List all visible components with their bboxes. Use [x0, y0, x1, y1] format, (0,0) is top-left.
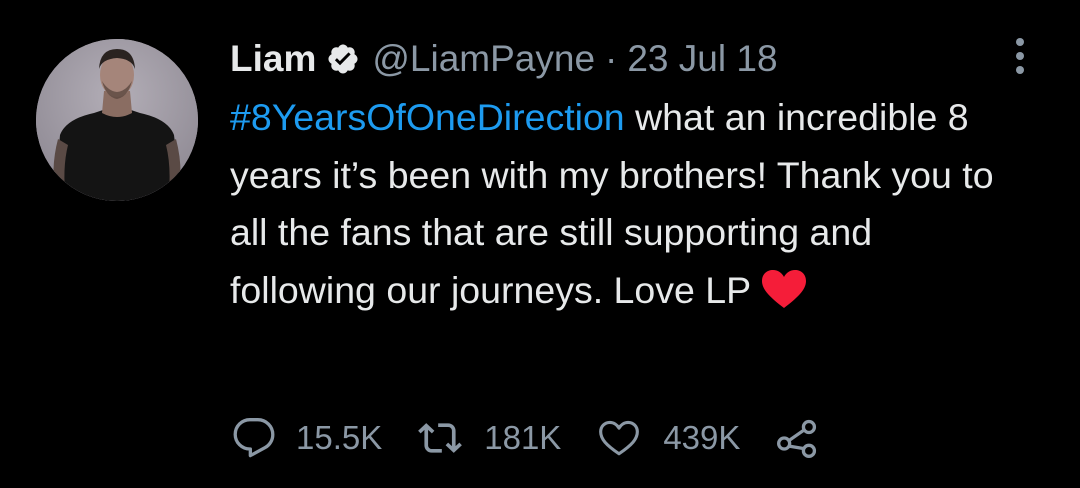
retweet-icon	[416, 416, 464, 460]
more-vertical-icon[interactable]	[1008, 36, 1032, 76]
verified-badge-icon	[326, 42, 360, 76]
author-name[interactable]: Liam	[230, 38, 316, 80]
share-icon	[774, 416, 820, 460]
reply-count: 15.5K	[296, 419, 383, 456]
reply-icon	[232, 416, 276, 460]
tweet-header: Liam @LiamPayne · 23 Jul 18	[230, 34, 778, 84]
avatar[interactable]	[36, 39, 198, 201]
hashtag-link[interactable]: #8YearsOfOneDirection	[230, 96, 625, 138]
red-heart-emoji	[761, 268, 807, 308]
like-count: 439K	[663, 419, 741, 456]
tweet-actions: 15.5K 181K 439K	[232, 410, 854, 466]
retweet-count: 181K	[484, 419, 562, 456]
like-icon	[595, 416, 643, 460]
tweet-date[interactable]: 23 Jul 18	[627, 38, 777, 80]
tweet-text: #8YearsOfOneDirection what an incredible…	[230, 89, 1020, 319]
author-handle[interactable]: @LiamPayne	[372, 38, 595, 80]
tweet[interactable]: Liam @LiamPayne · 23 Jul 18 #8YearsOfOne…	[0, 0, 1080, 488]
separator-dot: ·	[605, 38, 618, 79]
share-button[interactable]	[774, 416, 820, 460]
reply-button[interactable]: 15.5K	[232, 416, 382, 460]
retweet-button[interactable]: 181K	[416, 416, 561, 460]
like-button[interactable]: 439K	[595, 416, 740, 460]
